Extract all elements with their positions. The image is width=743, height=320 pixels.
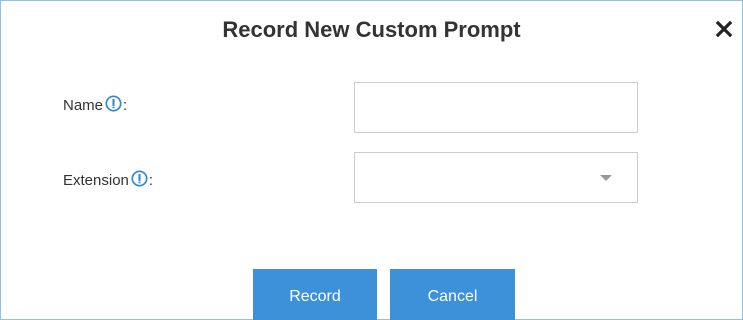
chevron-down-icon bbox=[600, 175, 612, 181]
name-colon: : bbox=[123, 97, 128, 114]
dialog-title: Record New Custom Prompt bbox=[222, 17, 521, 42]
extension-colon: : bbox=[148, 172, 154, 189]
name-input[interactable] bbox=[354, 82, 638, 133]
info-icon[interactable] bbox=[131, 170, 148, 187]
name-label: Name bbox=[63, 97, 104, 114]
info-icon[interactable] bbox=[105, 95, 122, 112]
close-icon[interactable] bbox=[714, 19, 734, 39]
extension-select[interactable] bbox=[354, 152, 638, 203]
cancel-button[interactable]: Cancel bbox=[390, 269, 515, 320]
extension-label: Extension bbox=[63, 172, 129, 189]
name-label-group: Name : bbox=[63, 95, 128, 114]
record-button[interactable]: Record bbox=[253, 269, 377, 320]
extension-label-group: Extension : bbox=[63, 170, 154, 189]
record-prompt-dialog: Record New Custom Prompt Name : Extensio… bbox=[0, 0, 743, 320]
